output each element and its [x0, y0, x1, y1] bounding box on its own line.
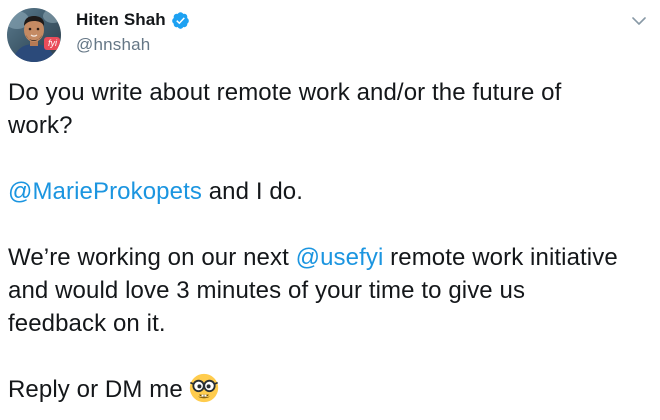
mention-link-usefyi[interactable]: @usefyi: [296, 244, 384, 271]
avatar-photo: [7, 8, 61, 62]
tweet-paragraph-2: @MarieProkopets and I do.: [8, 175, 653, 208]
tweet-paragraph-4: Reply or DM me: [8, 373, 653, 406]
author-avatar[interactable]: fyi: [7, 8, 61, 62]
tweet-text-fragment: Reply or DM me: [8, 376, 183, 403]
tweet-line: and would love 3 minutes of your time to…: [8, 277, 526, 304]
tweet-line: Do you write about remote work and/or th…: [8, 79, 562, 106]
nerd-face-emoji-icon: [189, 373, 218, 403]
author-display-name[interactable]: Hiten Shah: [76, 10, 166, 30]
mention-link-marieprokopets[interactable]: @MarieProkopets: [8, 178, 202, 205]
tweet-text-fragment: remote work initiative: [383, 244, 618, 271]
tweet-card: fyi Hiten Shah @hnshah Do you write abou…: [0, 0, 660, 420]
chevron-down-icon[interactable]: [630, 12, 648, 30]
tweet-text-fragment: We’re working on our next: [8, 244, 296, 271]
tweet-line: feedback on it.: [8, 310, 166, 337]
author-info[interactable]: Hiten Shah @hnshah: [76, 9, 190, 55]
tweet-line: work?: [8, 112, 73, 139]
verified-badge-icon: [171, 11, 189, 29]
avatar-badge-text: fyi: [48, 38, 57, 48]
tweet-paragraph-3: We’re working on our next @usefyi remote…: [8, 241, 653, 340]
name-row: Hiten Shah: [76, 9, 190, 31]
tweet-text: Do you write about remote work and/or th…: [8, 76, 653, 406]
tweet-text-fragment: and I do.: [201, 178, 304, 205]
author-handle[interactable]: @hnshah: [76, 35, 190, 55]
tweet-paragraph-1: Do you write about remote work and/or th…: [8, 76, 653, 142]
